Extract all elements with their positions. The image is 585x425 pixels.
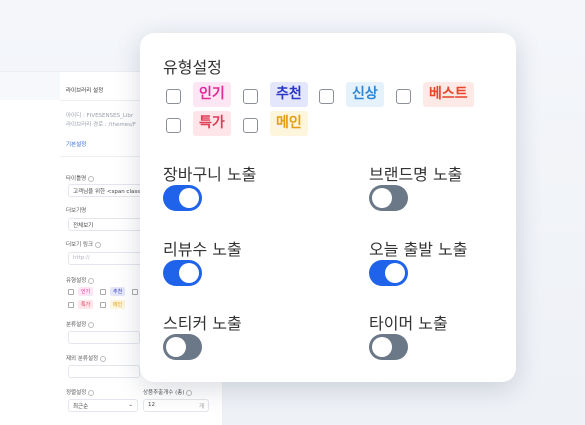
more-input[interactable]: 전체보기 — [68, 218, 150, 231]
help-icon[interactable] — [88, 277, 95, 284]
checkbox-sale[interactable] — [166, 118, 181, 133]
help-icon[interactable] — [88, 175, 95, 182]
help-icon[interactable] — [186, 389, 193, 396]
category-select[interactable] — [68, 331, 140, 344]
count-unit: 개 — [198, 404, 204, 410]
toggle-knob — [166, 337, 186, 357]
type-label: 유형설정 — [66, 276, 95, 284]
toggle-cart[interactable] — [163, 185, 202, 211]
help-icon[interactable] — [100, 355, 107, 362]
type-tag-main: 메인 — [110, 300, 126, 309]
sidebar-highlight — [0, 72, 60, 100]
toggle-knob — [179, 263, 199, 283]
checkbox-new[interactable] — [319, 89, 334, 104]
checkbox-main[interactable] — [243, 118, 258, 133]
toggle-brand[interactable] — [369, 185, 408, 211]
sort-label: 정렬설정 — [66, 388, 95, 396]
help-icon[interactable] — [88, 321, 95, 328]
library-id-text: 아이디 : FIVESENSES_Libr — [66, 113, 134, 119]
toggle-knob — [179, 188, 199, 208]
tag-new: 신상 — [346, 82, 384, 107]
type-checkbox[interactable] — [68, 289, 74, 295]
exclude-category-select[interactable] — [68, 365, 140, 378]
sort-select[interactable]: 최근순 ⌄ — [68, 399, 138, 412]
type-settings-popup: 유형설정 인기 추천 신상 베스트 특가 메인 장바구니 노출 브랜드명 노출 … — [140, 33, 516, 382]
more-label: 더보기명 — [66, 208, 87, 214]
count-label: 상품추출개수 (총) — [143, 388, 193, 396]
more-link-label: 더보기 링크 — [66, 240, 102, 248]
type-checkbox[interactable] — [100, 289, 106, 295]
toggle-sticker[interactable] — [163, 334, 202, 360]
type-checkbox[interactable] — [100, 302, 106, 308]
chevron-down-icon: ⌄ — [128, 402, 133, 408]
section-basic-settings: 기본설정 — [66, 142, 87, 148]
form-header-title: 라이브러리 설정 — [66, 88, 104, 94]
title-input[interactable]: 고객님을 위한 <span class — [68, 184, 150, 197]
title-label: 타이틀명 — [66, 174, 95, 182]
toggle-label-timer: 타이머 노출 — [369, 314, 448, 333]
type-checkbox[interactable] — [68, 302, 74, 308]
category-label: 분류설정 — [66, 320, 95, 328]
toggle-label-reviews: 리뷰수 노출 — [163, 240, 242, 259]
toggle-knob — [372, 188, 392, 208]
tag-recommend: 추천 — [270, 82, 308, 107]
popup-title: 유형설정 — [163, 58, 222, 77]
toggle-timer[interactable] — [369, 334, 408, 360]
type-checkbox[interactable] — [132, 289, 138, 295]
checkbox-recommend[interactable] — [243, 89, 258, 104]
toggle-label-sticker: 스티커 노출 — [163, 314, 242, 333]
checkbox-best[interactable] — [396, 89, 411, 104]
tag-popular: 인기 — [193, 82, 231, 107]
type-tag-sale: 특가 — [78, 300, 94, 309]
tag-best: 베스트 — [423, 82, 474, 107]
toggle-knob — [372, 337, 392, 357]
toggle-label-brand: 브랜드명 노출 — [369, 165, 463, 184]
toggle-label-today-ship: 오늘 출발 노출 — [369, 240, 468, 259]
help-icon[interactable] — [88, 389, 95, 396]
tag-sale: 특가 — [193, 111, 231, 136]
type-tag-popular: 인기 — [78, 287, 94, 296]
more-link-input[interactable]: http:// — [68, 252, 150, 265]
toggle-reviews[interactable] — [163, 260, 202, 286]
tag-main: 메인 — [270, 111, 308, 136]
exclude-category-label: 제외 분류설정 — [66, 354, 107, 362]
toggle-label-cart: 장바구니 노출 — [163, 165, 257, 184]
type-tag-recommend: 추천 — [110, 287, 126, 296]
toggle-today-ship[interactable] — [369, 260, 408, 286]
help-icon[interactable] — [95, 241, 102, 248]
checkbox-popular[interactable] — [166, 89, 181, 104]
toggle-knob — [385, 263, 405, 283]
library-path-text: 라이브러리 경로 : /themes/F — [66, 122, 137, 128]
count-input[interactable]: 12 개 — [143, 399, 209, 412]
